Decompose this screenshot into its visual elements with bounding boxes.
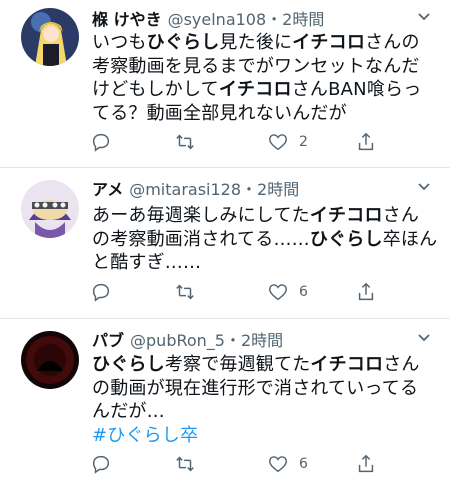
tweet-header: 椺 けやき @syelna108・2時間: [92, 8, 410, 32]
tweet-text-line: てる？動画全部見れないんだが: [92, 102, 438, 126]
like-button[interactable]: 6: [267, 278, 308, 306]
reply-icon: [92, 455, 110, 474]
hashtag-link[interactable]: #ひぐらし卒: [92, 425, 198, 446]
tweet-text-line: #ひぐらし卒: [92, 424, 438, 448]
action-bar: 6: [80, 450, 410, 478]
avatar[interactable]: [21, 331, 79, 389]
retweet-button[interactable]: [174, 450, 206, 478]
reply-button[interactable]: [90, 278, 122, 306]
tweet-text-line: いつもひぐらし見た後にイチコロさんの: [92, 31, 438, 55]
highlighted-keyword: ひぐらし: [92, 354, 165, 375]
tweet[interactable]: アメ @mitarasi128・2時間 あーあ毎週楽しみにしてたイチコロさん の考察…: [0, 168, 450, 319]
share-icon: [358, 454, 374, 473]
retweet-button[interactable]: [174, 278, 206, 306]
reply-icon: [92, 133, 110, 152]
like-count: 6: [299, 456, 308, 472]
reply-button[interactable]: [90, 450, 122, 478]
timestamp[interactable]: ・2時間: [241, 180, 299, 199]
tweet-text: あーあ毎週楽しみにしてたイチコロさん の考察動画消されてる……ひぐらし卒ほん と酷す…: [92, 204, 438, 275]
text-segment: あーあ毎週楽しみにしてた: [92, 205, 310, 226]
share-button[interactable]: [355, 278, 377, 306]
handle[interactable]: @syelna108: [168, 10, 267, 29]
tweet-text-line: あーあ毎週楽しみにしてたイチコロさん: [92, 204, 438, 228]
chevron-down-icon[interactable]: [412, 178, 436, 202]
tweet-text: ひぐらし考察で毎週観てたイチコロさん の動画が現在進行形で消されていってる んだが……: [92, 353, 438, 447]
like-count: 6: [299, 284, 308, 300]
display-name[interactable]: パブ: [92, 331, 124, 350]
retweet-icon: [176, 284, 194, 300]
chevron-down-icon[interactable]: [412, 329, 436, 353]
retweet-icon: [176, 134, 194, 150]
text-segment: さん: [383, 354, 420, 375]
tweet-text-line: ひぐらし考察で毎週観てたイチコロさん: [92, 353, 438, 377]
handle[interactable]: @mitarasi128: [129, 180, 241, 199]
text-segment: 考察で毎週観てた: [164, 354, 311, 375]
reply-icon: [92, 283, 110, 302]
text-segment: んだが…: [92, 401, 165, 422]
text-segment: さん: [382, 205, 420, 226]
text-segment: 卒ほん: [382, 228, 438, 250]
share-button[interactable]: [355, 128, 377, 156]
avatar[interactable]: [21, 180, 79, 238]
text-segment: 考察動画を見るまでがワンセットなんだ: [92, 55, 420, 77]
text-segment: と酷すぎ……: [92, 252, 202, 273]
timestamp[interactable]: ・2時間: [266, 10, 324, 29]
tweet-text-line: の考察動画消されてる……ひぐらし卒ほん: [92, 228, 438, 252]
text-segment: の考察動画消されてる……: [92, 228, 310, 250]
tweet-text-line: けどもしかしてイチコロさんBAN喰らっ: [92, 78, 438, 102]
text-segment: さんBAN喰らっ: [291, 79, 422, 100]
share-button[interactable]: [355, 450, 377, 478]
tweet[interactable]: 椺 けやき @syelna108・2時間 いつもひぐらし見た後にイチコロさんの 考察…: [0, 0, 450, 168]
highlighted-keyword: イチコロ: [292, 32, 366, 53]
tweet-header: パブ @pubRon_5・2時間: [92, 329, 410, 353]
like-icon: [269, 134, 287, 151]
tweet[interactable]: パブ @pubRon_5・2時間 ひぐらし考察で毎週観てたイチコロさん の動画が現在…: [0, 319, 450, 478]
timestamp[interactable]: ・2時間: [225, 331, 283, 350]
tweet-text: いつもひぐらし見た後にイチコロさんの 考察動画を見るまでがワンセットなんだ けどもし…: [92, 31, 438, 125]
display-name[interactable]: 椺 けやき: [92, 10, 162, 29]
share-icon: [358, 282, 374, 301]
highlighted-keyword: イチコロ: [310, 354, 384, 375]
chevron-down-icon[interactable]: [412, 8, 436, 32]
action-bar: 2: [80, 128, 410, 156]
like-icon: [269, 456, 287, 473]
handle[interactable]: @pubRon_5: [130, 331, 225, 350]
highlighted-keyword: イチコロ: [309, 205, 383, 226]
tweet-header: アメ @mitarasi128・2時間: [92, 178, 410, 202]
tweet-text-line: と酷すぎ……: [92, 251, 438, 275]
highlighted-keyword: イチコロ: [218, 79, 292, 100]
like-button[interactable]: 6: [267, 450, 308, 478]
retweet-icon: [176, 456, 194, 472]
text-segment: けどもしかして: [92, 79, 219, 100]
text-segment: いつも: [92, 32, 147, 53]
display-name[interactable]: アメ: [92, 180, 123, 199]
reply-button[interactable]: [90, 128, 122, 156]
highlighted-keyword: ひぐらし: [146, 32, 220, 53]
like-count: 2: [299, 134, 308, 150]
tweet-text-line: んだが…: [92, 400, 438, 424]
retweet-button[interactable]: [174, 128, 206, 156]
like-icon: [269, 284, 287, 301]
text-segment: の動画が現在進行形で消されていってる: [92, 377, 419, 399]
avatar[interactable]: [21, 8, 79, 66]
highlighted-keyword: ひぐらし: [309, 228, 383, 250]
action-bar: 6: [80, 278, 410, 306]
text-segment: さんの: [365, 32, 420, 53]
tweet-text-line: 考察動画を見るまでがワンセットなんだ: [92, 55, 438, 79]
text-segment: 見た後に: [219, 32, 293, 53]
tweet-text-line: の動画が現在進行形で消されていってる: [92, 377, 438, 401]
text-segment: てる？動画全部見れないんだが: [92, 102, 347, 124]
share-icon: [358, 132, 374, 151]
like-button[interactable]: 2: [267, 128, 308, 156]
